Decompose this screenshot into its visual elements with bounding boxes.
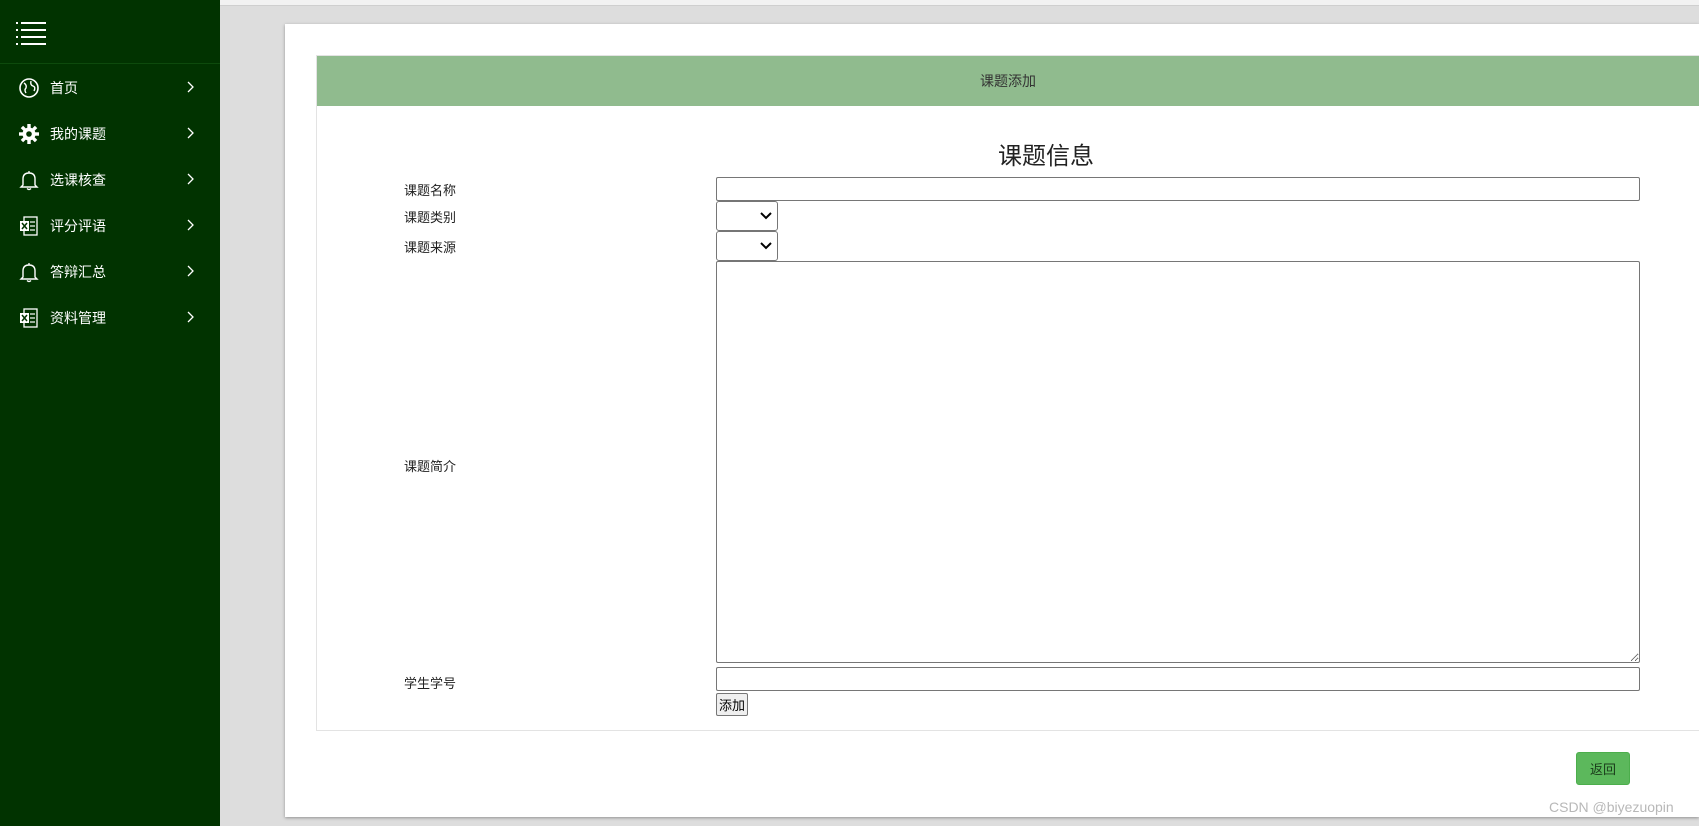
panel-header-title: 课题添加: [980, 73, 1036, 89]
excel-file-icon: [20, 308, 38, 328]
form-title: 课题信息: [998, 143, 1094, 170]
panel-header: 课题添加: [317, 56, 1699, 106]
topic-name-input[interactable]: [716, 177, 1640, 201]
chevron-right-icon: [187, 173, 194, 185]
student-id-label: 学生学号: [404, 676, 457, 691]
topic-source-label: 课题来源: [404, 240, 457, 255]
sidebar-item-label: 答辩汇总: [50, 264, 106, 280]
back-button[interactable]: 返回: [1576, 752, 1630, 785]
chevron-right-icon: [187, 81, 194, 93]
sidebar-item-grading[interactable]: 评分评语: [0, 205, 220, 245]
sidebar-item-course-check[interactable]: 选课核查: [0, 159, 220, 199]
topic-intro-textarea[interactable]: [716, 261, 1640, 663]
watermark: CSDN @biyezuopin: [1549, 799, 1674, 815]
gear-icon: [19, 124, 39, 144]
topic-intro-label: 课题简介: [404, 459, 457, 474]
globe-icon: [19, 78, 39, 98]
chevron-down-icon: [760, 212, 772, 220]
sidebar-item-defense-summary[interactable]: 答辩汇总: [0, 251, 220, 291]
chevron-right-icon: [187, 311, 194, 323]
bell-icon: [19, 171, 39, 191]
top-bar: [220, 0, 1699, 6]
sidebar-item-my-topics[interactable]: 我的课题: [0, 113, 220, 153]
menu-list-icon[interactable]: [16, 20, 46, 48]
chevron-down-icon: [760, 242, 772, 250]
sidebar-item-materials[interactable]: 资料管理: [0, 297, 220, 337]
sidebar-item-label: 选课核查: [50, 172, 106, 188]
sidebar-item-label: 评分评语: [50, 218, 106, 234]
sidebar-item-label: 我的课题: [50, 126, 106, 142]
back-button-label: 返回: [1589, 762, 1616, 777]
sidebar-divider: [0, 63, 220, 64]
topic-category-select[interactable]: [716, 201, 778, 231]
sidebar-item-label: 资料管理: [50, 310, 106, 326]
chevron-right-icon: [187, 127, 194, 139]
sidebar-item-label: 首页: [50, 80, 78, 96]
excel-file-icon: [20, 216, 38, 236]
topic-category-label: 课题类别: [404, 210, 457, 225]
topic-source-select[interactable]: [716, 231, 778, 261]
sidebar-item-home[interactable]: 首页: [0, 67, 220, 107]
bell-icon: [19, 263, 39, 283]
chevron-right-icon: [187, 265, 194, 277]
chevron-right-icon: [187, 219, 194, 231]
sidebar: 首页 我的课题 选课核查 评分评语 答辩汇总 资料管理: [0, 0, 220, 826]
student-id-input[interactable]: [716, 667, 1640, 691]
add-button[interactable]: 添加: [716, 693, 748, 716]
topic-name-label: 课题名称: [404, 183, 457, 198]
